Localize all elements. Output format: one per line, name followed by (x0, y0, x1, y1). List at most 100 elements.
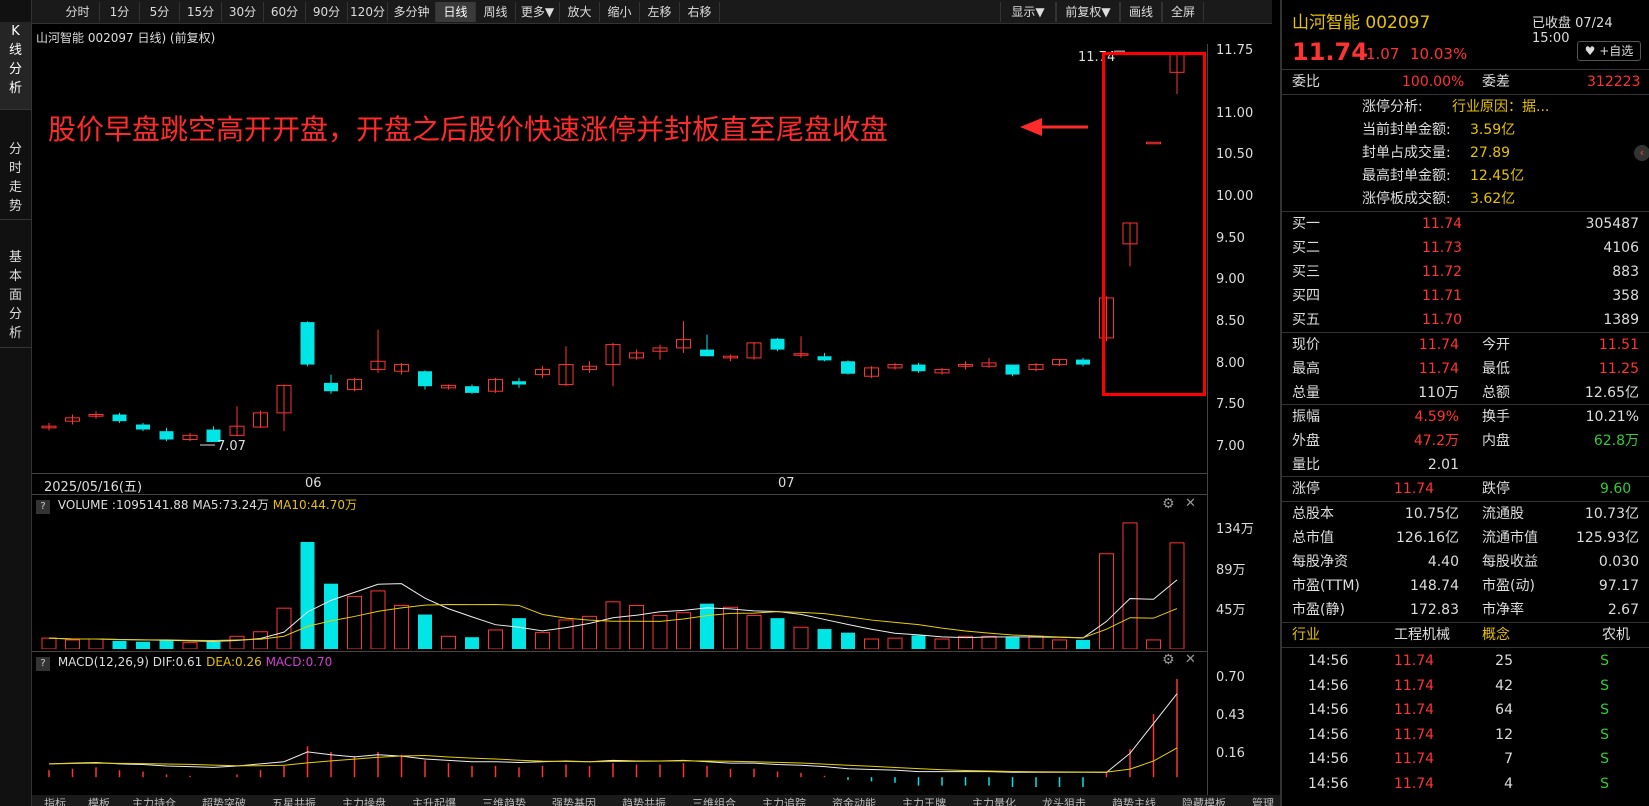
volume-bar[interactable] (605, 601, 621, 649)
bid-row[interactable]: 买四 11.71 358 (1282, 284, 1649, 308)
candle[interactable] (253, 410, 268, 428)
candle[interactable] (300, 321, 315, 367)
volume-bar[interactable] (229, 635, 245, 649)
volume-bar[interactable] (441, 635, 456, 649)
candle[interactable] (770, 337, 785, 352)
candle[interactable] (793, 336, 809, 358)
help-icon[interactable]: ? (36, 500, 50, 514)
volume-bar[interactable] (465, 637, 479, 649)
period-button[interactable]: 60分 (264, 2, 306, 22)
candle[interactable] (136, 422, 150, 432)
volume-bar[interactable] (300, 541, 315, 649)
volume-bar[interactable] (253, 631, 268, 649)
tab-intraday[interactable]: 分时走势 (0, 140, 31, 220)
candle[interactable] (112, 412, 127, 423)
period-button[interactable]: 更多▼ (516, 2, 560, 22)
candle[interactable] (394, 362, 409, 375)
volume-bar[interactable] (1028, 635, 1044, 649)
toolbar-button[interactable]: 画线 (1120, 2, 1162, 22)
toolbar-button[interactable]: 显示▼ (1000, 2, 1056, 22)
candle[interactable] (981, 357, 997, 368)
tab-kline[interactable]: K线分析 (0, 22, 31, 110)
volume-bar[interactable] (864, 638, 879, 649)
candle[interactable] (958, 361, 973, 370)
indicator-tab[interactable]: 资金动能 (832, 795, 876, 806)
volume-bar[interactable] (512, 618, 526, 649)
candle[interactable] (512, 377, 526, 388)
volume-bar[interactable] (488, 629, 503, 649)
candle[interactable] (723, 354, 738, 362)
candle[interactable] (88, 411, 104, 419)
candle[interactable] (652, 344, 668, 360)
volume-bar[interactable] (1052, 639, 1067, 649)
volume-bar[interactable] (887, 637, 903, 649)
candle[interactable] (582, 361, 597, 373)
indicator-tab[interactable]: 主升起爆 (412, 795, 456, 806)
candle[interactable] (276, 384, 292, 432)
indicator-tab[interactable]: 超势突破 (202, 795, 246, 806)
volume-bar[interactable] (324, 583, 338, 649)
candle[interactable] (1076, 357, 1090, 367)
volume-bar[interactable] (911, 635, 926, 649)
period-button[interactable]: 右移 (680, 2, 720, 22)
volume-bar[interactable] (206, 641, 221, 649)
candle[interactable] (864, 366, 879, 378)
volume-bar[interactable] (746, 614, 762, 649)
volume-bar[interactable] (934, 638, 950, 649)
volume-bar[interactable] (347, 595, 362, 649)
indicator-tab[interactable]: 趋势共振 (622, 795, 666, 806)
period-button[interactable]: 多分钟 (388, 2, 436, 22)
candle[interactable] (182, 432, 198, 442)
indicator-tab[interactable]: 模板 (88, 795, 110, 806)
candle[interactable] (41, 422, 57, 431)
settings-gear-icon[interactable]: ⚙ (1162, 496, 1175, 512)
volume-bar[interactable] (629, 604, 644, 649)
candle[interactable] (65, 414, 80, 425)
volume-bar[interactable] (817, 629, 832, 649)
bid-row[interactable]: 买一 11.74 305487 (1282, 212, 1649, 236)
indicator-tab[interactable]: 主力追踪 (762, 795, 806, 806)
period-button[interactable]: 周线 (476, 2, 516, 22)
settings-gear-icon[interactable]: ⚙ (1162, 652, 1175, 668)
candle[interactable] (1028, 362, 1044, 372)
candle[interactable] (441, 384, 456, 390)
volume-bar[interactable] (41, 637, 57, 649)
close-icon[interactable]: ✕ (1185, 652, 1196, 667)
toolbar-button[interactable]: 前复权▼ (1056, 2, 1120, 22)
candle[interactable] (817, 352, 832, 362)
bid-row[interactable]: 买二 11.73 4106 (1282, 236, 1649, 260)
bid-row[interactable]: 买五 11.70 1389 (1282, 308, 1649, 332)
period-button[interactable]: 15分 (180, 2, 222, 22)
indicator-tab[interactable]: 指标 (44, 795, 66, 806)
candle[interactable] (347, 377, 362, 392)
volume-bar[interactable] (793, 626, 809, 649)
volume-bar[interactable] (276, 607, 292, 649)
indicator-tab[interactable]: 强势基因 (552, 795, 596, 806)
indicator-tab[interactable]: 主力持仓 (132, 795, 176, 806)
indicator-tab[interactable]: 主力操盘 (342, 795, 386, 806)
candle[interactable] (841, 360, 855, 375)
candle[interactable] (911, 362, 926, 373)
volume-bar[interactable] (1169, 542, 1185, 649)
candle[interactable] (535, 366, 550, 378)
period-button[interactable]: 30分 (222, 2, 264, 22)
indicator-tab[interactable]: 三维趋势 (482, 795, 526, 806)
chevron-left-icon[interactable]: ‹ (1634, 145, 1649, 161)
volume-bar[interactable] (88, 638, 104, 649)
period-button[interactable]: 5分 (140, 2, 180, 22)
indicator-tab[interactable]: 趋势主线 (1112, 795, 1156, 806)
volume-bar[interactable] (958, 635, 973, 649)
volume-bar[interactable] (65, 639, 80, 649)
period-button[interactable]: 缩小 (600, 2, 640, 22)
candle[interactable] (558, 346, 574, 387)
macd-chart[interactable] (32, 672, 1207, 794)
concept-value[interactable]: 农机 (1602, 623, 1630, 647)
volume-bar[interactable] (394, 604, 409, 649)
volume-bar[interactable] (418, 614, 432, 649)
candle[interactable] (746, 342, 762, 360)
volume-bar[interactable] (841, 632, 855, 649)
period-button[interactable]: 放大 (560, 2, 600, 22)
volume-bar[interactable] (136, 641, 150, 649)
period-button[interactable]: 左移 (640, 2, 680, 22)
indicator-tab[interactable]: 主力量化 (972, 795, 1016, 806)
